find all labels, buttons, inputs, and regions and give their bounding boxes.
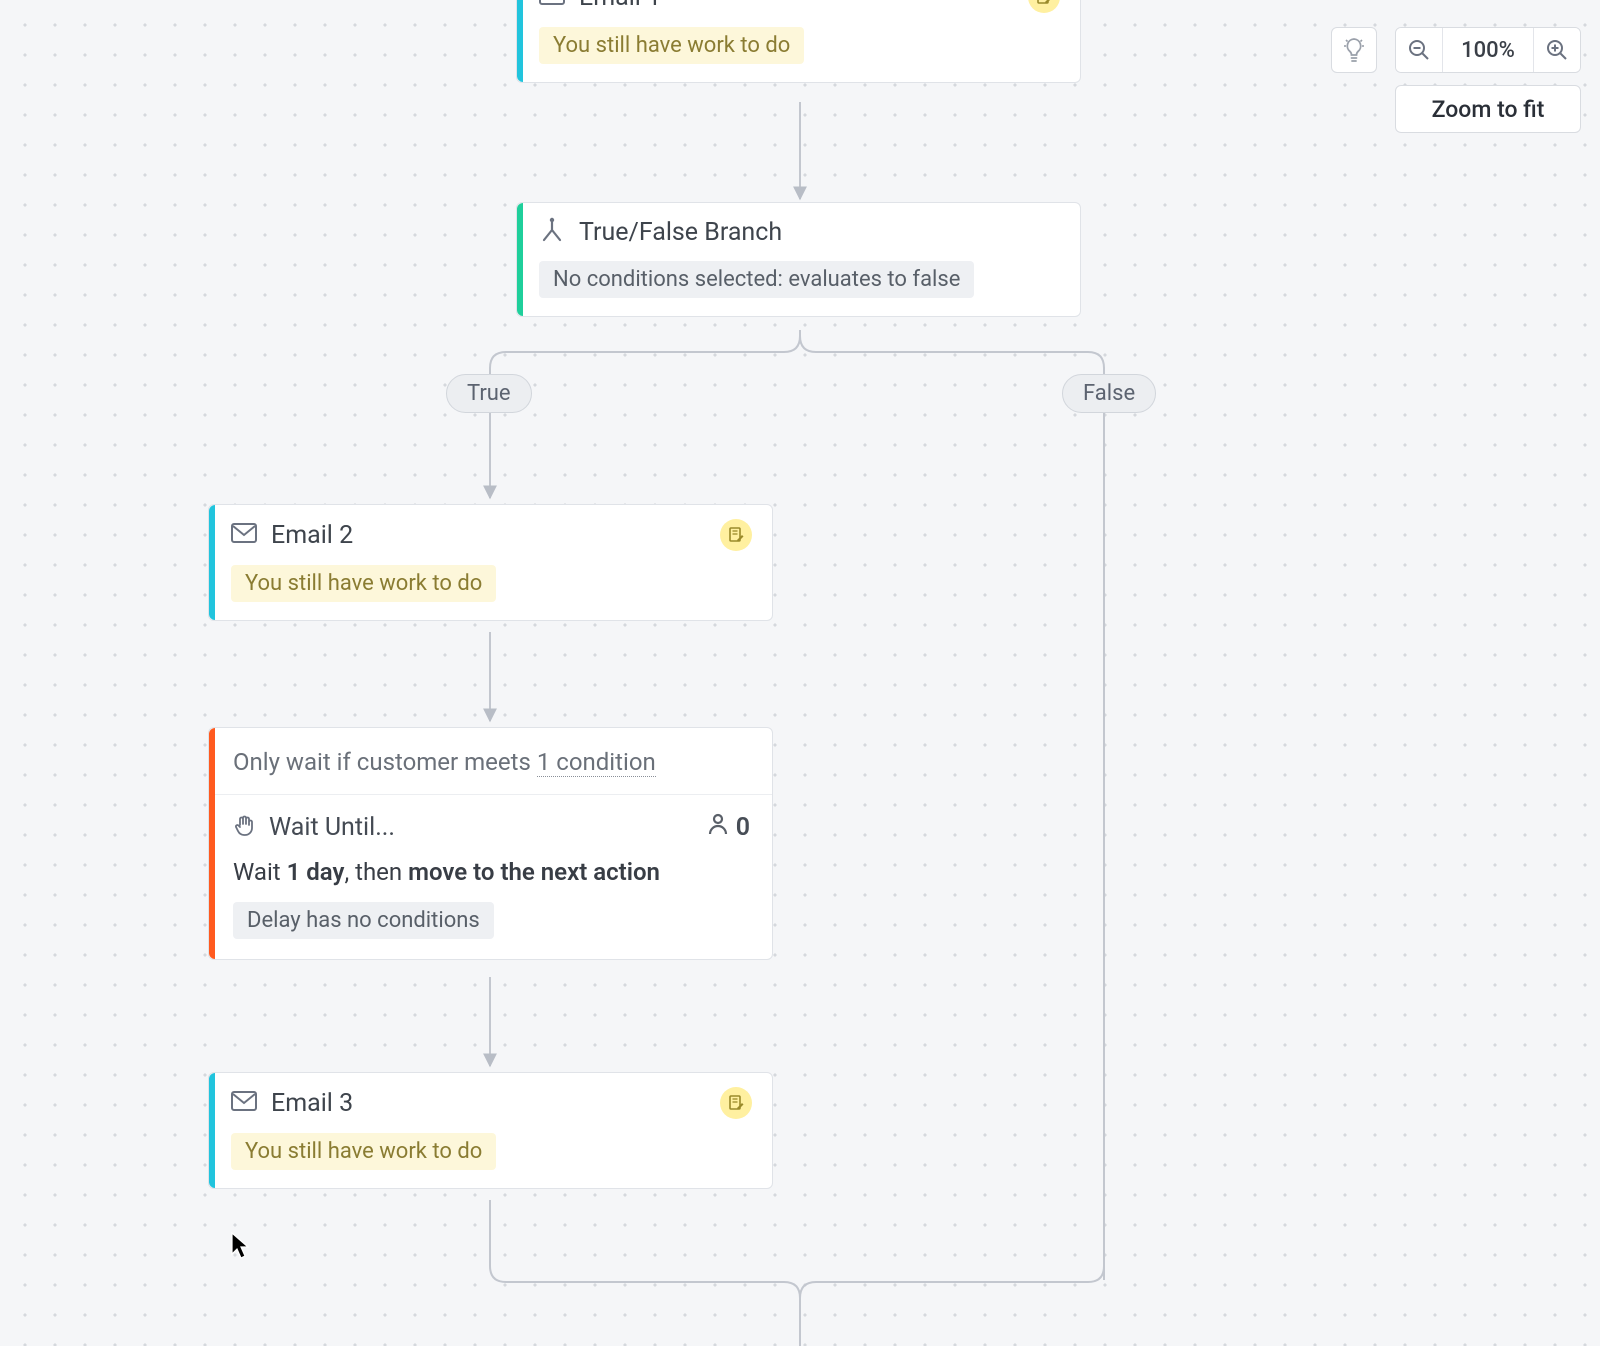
zoom-out-button[interactable] — [1396, 28, 1442, 72]
node-status-tag: No conditions selected: evaluates to fal… — [539, 261, 974, 298]
mail-icon — [231, 1091, 257, 1115]
node-accent — [517, 203, 523, 316]
wait-desc-part: Wait — [233, 858, 287, 886]
count-value: 0 — [736, 813, 750, 842]
wait-desc-part: , then — [344, 858, 408, 886]
zoom-in-icon — [1546, 39, 1568, 61]
node-wait-until[interactable]: Only wait if customer meets 1 condition … — [208, 727, 773, 960]
node-status-tag: You still have work to do — [231, 565, 496, 602]
flow-canvas[interactable]: Email 1 You still have work to do True/F… — [0, 0, 1600, 1346]
node-email-2[interactable]: Email 2 You still have work to do — [208, 504, 773, 621]
node-email-3[interactable]: Email 3 You still have work to do — [208, 1072, 773, 1189]
node-accent — [209, 728, 215, 959]
zoom-out-icon — [1408, 39, 1430, 61]
wait-precondition: Only wait if customer meets 1 condition — [209, 728, 772, 795]
branch-icon — [539, 217, 565, 247]
wait-description: Wait 1 day, then move to the next action — [209, 848, 772, 892]
node-accent — [209, 1073, 215, 1188]
node-title: Wait Until... — [269, 813, 395, 842]
node-accent — [517, 0, 523, 82]
zoom-to-fit-button[interactable]: Zoom to fit — [1395, 85, 1581, 133]
node-title: Email 1 — [579, 0, 661, 12]
mail-icon — [231, 523, 257, 547]
node-status-tag: You still have work to do — [231, 1133, 496, 1170]
wait-precondition-text: Only wait if customer meets — [233, 748, 537, 776]
note-edit-icon[interactable] — [720, 1087, 752, 1119]
node-title: Email 3 — [271, 1089, 353, 1118]
wait-desc-bold: 1 day — [287, 858, 345, 886]
node-title: True/False Branch — [579, 218, 782, 247]
branch-label-true[interactable]: True — [446, 374, 532, 413]
branch-label-false[interactable]: False — [1062, 374, 1156, 413]
node-title: Email 2 — [271, 521, 353, 550]
hand-wait-icon — [233, 814, 257, 842]
wait-people-count: 0 — [708, 813, 750, 842]
person-icon — [708, 813, 728, 842]
node-email-1[interactable]: Email 1 You still have work to do — [516, 0, 1081, 83]
note-edit-icon[interactable] — [720, 519, 752, 551]
condition-link[interactable]: 1 condition — [537, 748, 656, 777]
node-accent — [209, 505, 215, 620]
wait-desc-bold: move to the next action — [408, 858, 660, 886]
node-status-tag: Delay has no conditions — [233, 902, 494, 939]
zoom-level-display[interactable]: 100% — [1442, 28, 1534, 72]
zoom-control: 100% — [1395, 27, 1581, 73]
canvas-controls: 100% Zoom to fit — [1331, 27, 1581, 133]
zoom-in-button[interactable] — [1534, 28, 1580, 72]
lightbulb-icon — [1343, 37, 1365, 63]
node-branch[interactable]: True/False Branch No conditions selected… — [516, 202, 1081, 317]
mail-icon — [539, 0, 565, 9]
note-edit-icon[interactable] — [1028, 0, 1060, 13]
hints-toggle-button[interactable] — [1331, 27, 1377, 73]
mouse-cursor-icon — [231, 1232, 251, 1260]
node-status-tag: You still have work to do — [539, 27, 804, 64]
